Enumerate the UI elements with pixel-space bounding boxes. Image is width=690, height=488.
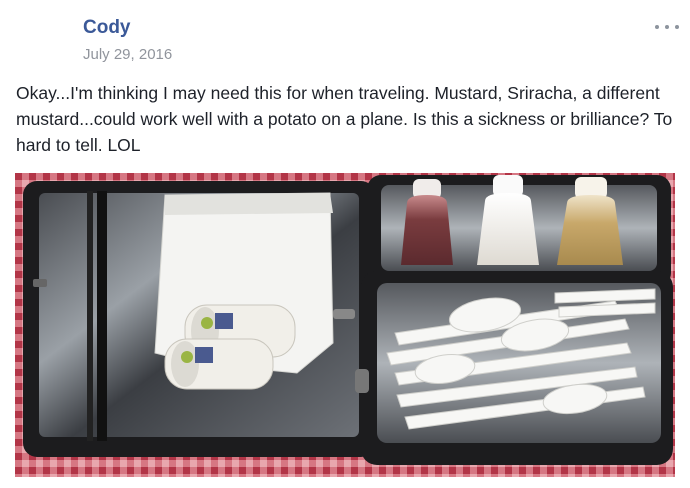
post-author[interactable]: Cody — [83, 16, 131, 40]
ellipsis-horizontal-icon — [655, 25, 659, 29]
ellipsis-horizontal-icon — [675, 25, 679, 29]
case-condiment-compartment — [367, 175, 671, 287]
dessert-cup — [164, 338, 274, 390]
ellipsis-horizontal-icon — [665, 25, 669, 29]
more-options-button[interactable] — [655, 20, 679, 34]
post-text: Okay...I'm thinking I may need this for … — [16, 83, 673, 155]
post-date[interactable]: July 29, 2016 — [83, 45, 172, 65]
case-left-compartment — [23, 181, 375, 457]
zipper — [97, 191, 107, 441]
case-cutlery-compartment — [355, 271, 673, 465]
post-photo[interactable] — [15, 173, 675, 477]
